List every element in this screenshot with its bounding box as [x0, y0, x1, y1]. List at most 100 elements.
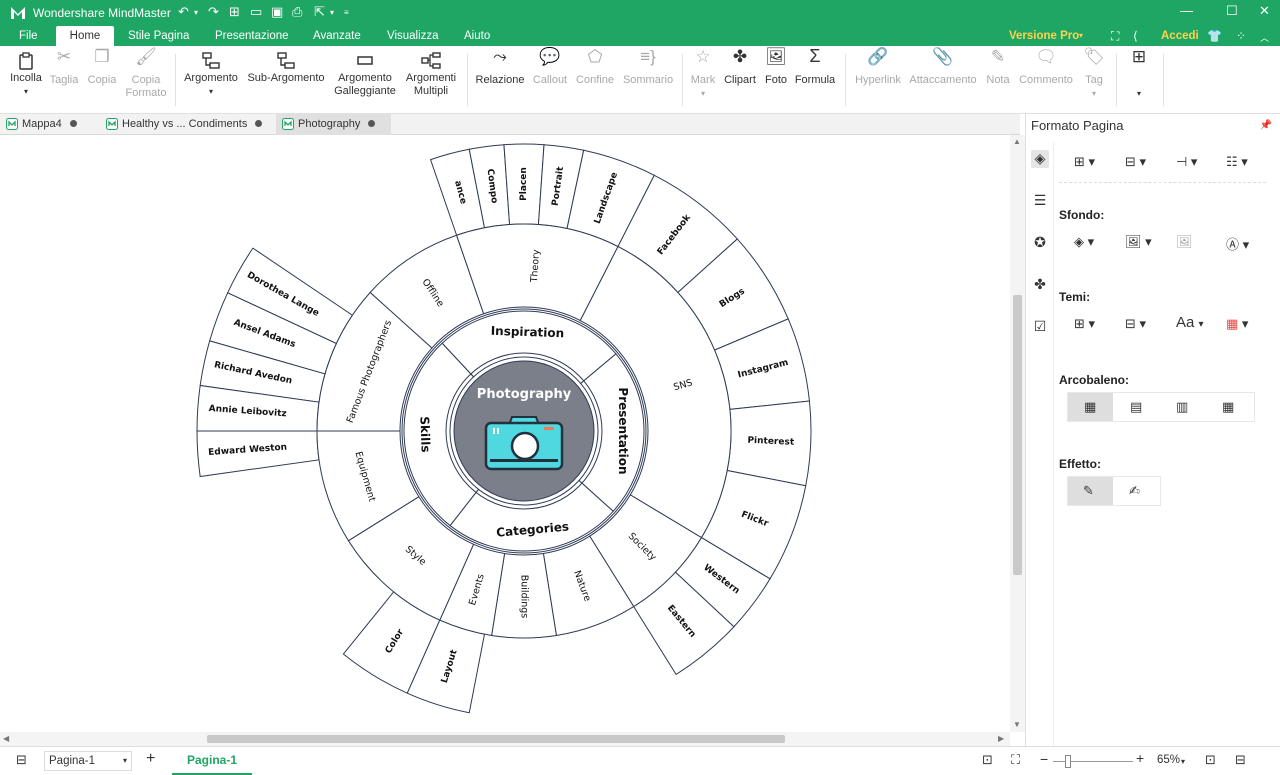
fit-window-icon[interactable]: ⊡: [1205, 752, 1216, 768]
vertical-scrollbar[interactable]: ▲ ▼: [1010, 135, 1025, 732]
export-dropdown-icon[interactable]: ▾: [330, 8, 334, 17]
hyperlink-button[interactable]: 🔗 Hyperlink: [852, 48, 904, 87]
vertical-scroll-thumb[interactable]: [1013, 295, 1022, 575]
zoom-in-icon[interactable]: +: [1136, 750, 1144, 766]
effect-flat-icon[interactable]: ✎: [1083, 483, 1094, 499]
menu-advanced[interactable]: Avanzate: [301, 26, 373, 46]
callout-button[interactable]: 💬 Callout: [530, 48, 570, 87]
print-icon[interactable]: ⎙: [292, 4, 302, 20]
clipart-panel-icon[interactable]: ✤: [1031, 276, 1049, 294]
maximize-icon[interactable]: ☐: [1226, 3, 1238, 19]
cut-button[interactable]: ✂ Taglia: [48, 48, 80, 87]
format-painter-button[interactable]: 🖌 Copia Formato: [125, 48, 167, 100]
page-format-icon[interactable]: ◈: [1031, 150, 1049, 168]
scroll-right-icon[interactable]: ▶: [998, 734, 1004, 743]
watermark-icon[interactable]: Ⓐ ▾: [1226, 234, 1249, 253]
topic-button[interactable]: Argomento ▾: [181, 50, 241, 98]
customize-toolbar-icon[interactable]: ≡: [344, 8, 349, 17]
fullscreen-view-icon[interactable]: ⛶: [1011, 752, 1020, 768]
open-folder-icon[interactable]: ▭: [250, 4, 262, 20]
zoom-slider-knob[interactable]: [1065, 755, 1071, 768]
doc-tab-mappa4[interactable]: Mappa4: [0, 114, 96, 135]
pro-version-link[interactable]: Versione Pro: [1009, 26, 1079, 46]
undo-icon[interactable]: ↶: [178, 4, 189, 20]
minimize-icon[interactable]: —: [1180, 3, 1193, 18]
rainbow-option-2-icon[interactable]: ▤: [1130, 399, 1142, 415]
menu-presentation[interactable]: Presentazione: [203, 26, 301, 46]
horizontal-scroll-thumb[interactable]: [207, 735, 785, 743]
effect-hand-drawn-icon[interactable]: ✍: [1129, 483, 1140, 499]
mark-panel-icon[interactable]: ✪: [1031, 234, 1049, 252]
comment-button[interactable]: 🗨 Commento: [1017, 48, 1075, 87]
theme-style-icon[interactable]: ⊟ ▾: [1125, 316, 1146, 332]
menu-view[interactable]: Visualizza: [375, 26, 451, 46]
menu-page-style[interactable]: Stile Pagina: [116, 26, 201, 46]
horizontal-scrollbar[interactable]: ◀ ▶: [0, 732, 1010, 746]
zoom-level[interactable]: 65%: [1157, 754, 1180, 766]
subtopic-button[interactable]: Sub-Argomento: [244, 50, 328, 85]
menu-file[interactable]: File: [7, 26, 50, 46]
task-icon[interactable]: ☑: [1031, 318, 1049, 336]
summary-button[interactable]: ≡} Sommario: [620, 48, 676, 87]
doc-tab-condiments[interactable]: Healthy vs ... Condiments: [100, 114, 272, 135]
scroll-left-icon[interactable]: ◀: [3, 734, 9, 743]
paste-button[interactable]: Incolla ▾: [8, 50, 44, 98]
pin-icon[interactable]: 📌: [1260, 120, 1272, 131]
collapse-ribbon-icon[interactable]: ︿: [1260, 31, 1269, 44]
zoom-out-icon[interactable]: −: [1040, 751, 1048, 767]
unsaved-dot-icon[interactable]: [69, 120, 77, 127]
outline-icon[interactable]: ☰: [1031, 192, 1049, 210]
close-icon[interactable]: ✕: [1259, 3, 1270, 19]
formula-button[interactable]: Σ Formula: [793, 47, 837, 87]
theme-icon[interactable]: ⊞ ▾: [1074, 316, 1095, 332]
mark-button[interactable]: ☆ Mark ▾: [688, 48, 718, 100]
menu-help[interactable]: Aiuto: [452, 26, 502, 46]
sheet-tab-page1[interactable]: Pagina-1: [172, 747, 252, 775]
org-layout-icon[interactable]: ⊟ ▾: [1125, 154, 1146, 170]
mindmap-canvas[interactable]: ance Compo Placen Portrait Landscape Facebook…: [0, 135, 1010, 732]
export-icon[interactable]: ⇱: [314, 4, 325, 20]
save-icon[interactable]: ▣: [271, 4, 283, 20]
tag-button[interactable]: 🏷 Tag ▾: [1080, 48, 1108, 100]
sunburst-map[interactable]: ance Compo Placen Portrait LandscapeFacebook…: [0, 135, 1010, 732]
layout-structure-icon[interactable]: ⊞ ▾: [1074, 154, 1095, 170]
note-button[interactable]: ✎ Nota: [983, 48, 1013, 87]
menu-home[interactable]: Home: [56, 26, 114, 46]
rainbow-option-3-icon[interactable]: ▥: [1176, 399, 1188, 415]
add-page-icon[interactable]: +: [146, 750, 155, 768]
undo-dropdown-icon[interactable]: ▾: [194, 8, 198, 17]
unsaved-dot-icon[interactable]: [368, 120, 376, 127]
layout-button[interactable]: ⊞ ▾: [1124, 48, 1154, 100]
page-view-icon[interactable]: ⊟: [16, 752, 27, 768]
photo-button[interactable]: 🖼 Foto: [762, 48, 790, 87]
remove-background-icon[interactable]: 🖼: [1176, 234, 1193, 250]
collapse-panel-icon[interactable]: ⊟: [1235, 752, 1246, 768]
redo-icon[interactable]: ↷: [208, 4, 219, 20]
skin-icon[interactable]: 👕: [1207, 29, 1222, 43]
doc-tab-photography[interactable]: Photography: [276, 114, 391, 135]
color-palette-icon[interactable]: ▦ ▾: [1226, 316, 1248, 332]
relation-button[interactable]: ⤳ Relazione: [474, 48, 526, 87]
floating-topic-button[interactable]: Argomento Galleggiante: [333, 50, 397, 98]
scroll-up-icon[interactable]: ▲: [1013, 137, 1021, 146]
zoom-dropdown-icon[interactable]: ▾: [1181, 757, 1185, 766]
fill-bucket-icon[interactable]: ◈ ▾: [1074, 234, 1094, 250]
page-select[interactable]: Pagina-1 ▾: [44, 751, 132, 771]
rainbow-option-1-icon[interactable]: ▦: [1084, 399, 1096, 415]
apps-icon[interactable]: ⁘: [1236, 29, 1246, 43]
attachment-button[interactable]: 📎 Attaccamento: [908, 48, 978, 87]
fullscreen-icon[interactable]: ⛶: [1111, 29, 1119, 44]
unsaved-dot-icon[interactable]: [255, 120, 263, 127]
scroll-down-icon[interactable]: ▼: [1013, 720, 1021, 729]
login-link[interactable]: Accedi: [1161, 26, 1199, 46]
theme-font-icon[interactable]: Aa ▾: [1176, 314, 1204, 331]
fit-page-icon[interactable]: ⊡: [982, 752, 993, 768]
rainbow-option-4-icon[interactable]: ▦: [1222, 399, 1234, 415]
copy-button[interactable]: ❐ Copia: [86, 48, 118, 87]
connector-icon[interactable]: ⊣ ▾: [1176, 154, 1197, 170]
numbering-icon[interactable]: ☷ ▾: [1226, 154, 1248, 170]
background-image-icon[interactable]: 🖼 ▾: [1125, 234, 1152, 250]
clipart-button[interactable]: ✤ Clipart: [721, 48, 759, 87]
share-icon[interactable]: ⟨: [1133, 29, 1138, 43]
pro-dropdown-icon[interactable]: ▾: [1079, 26, 1083, 46]
